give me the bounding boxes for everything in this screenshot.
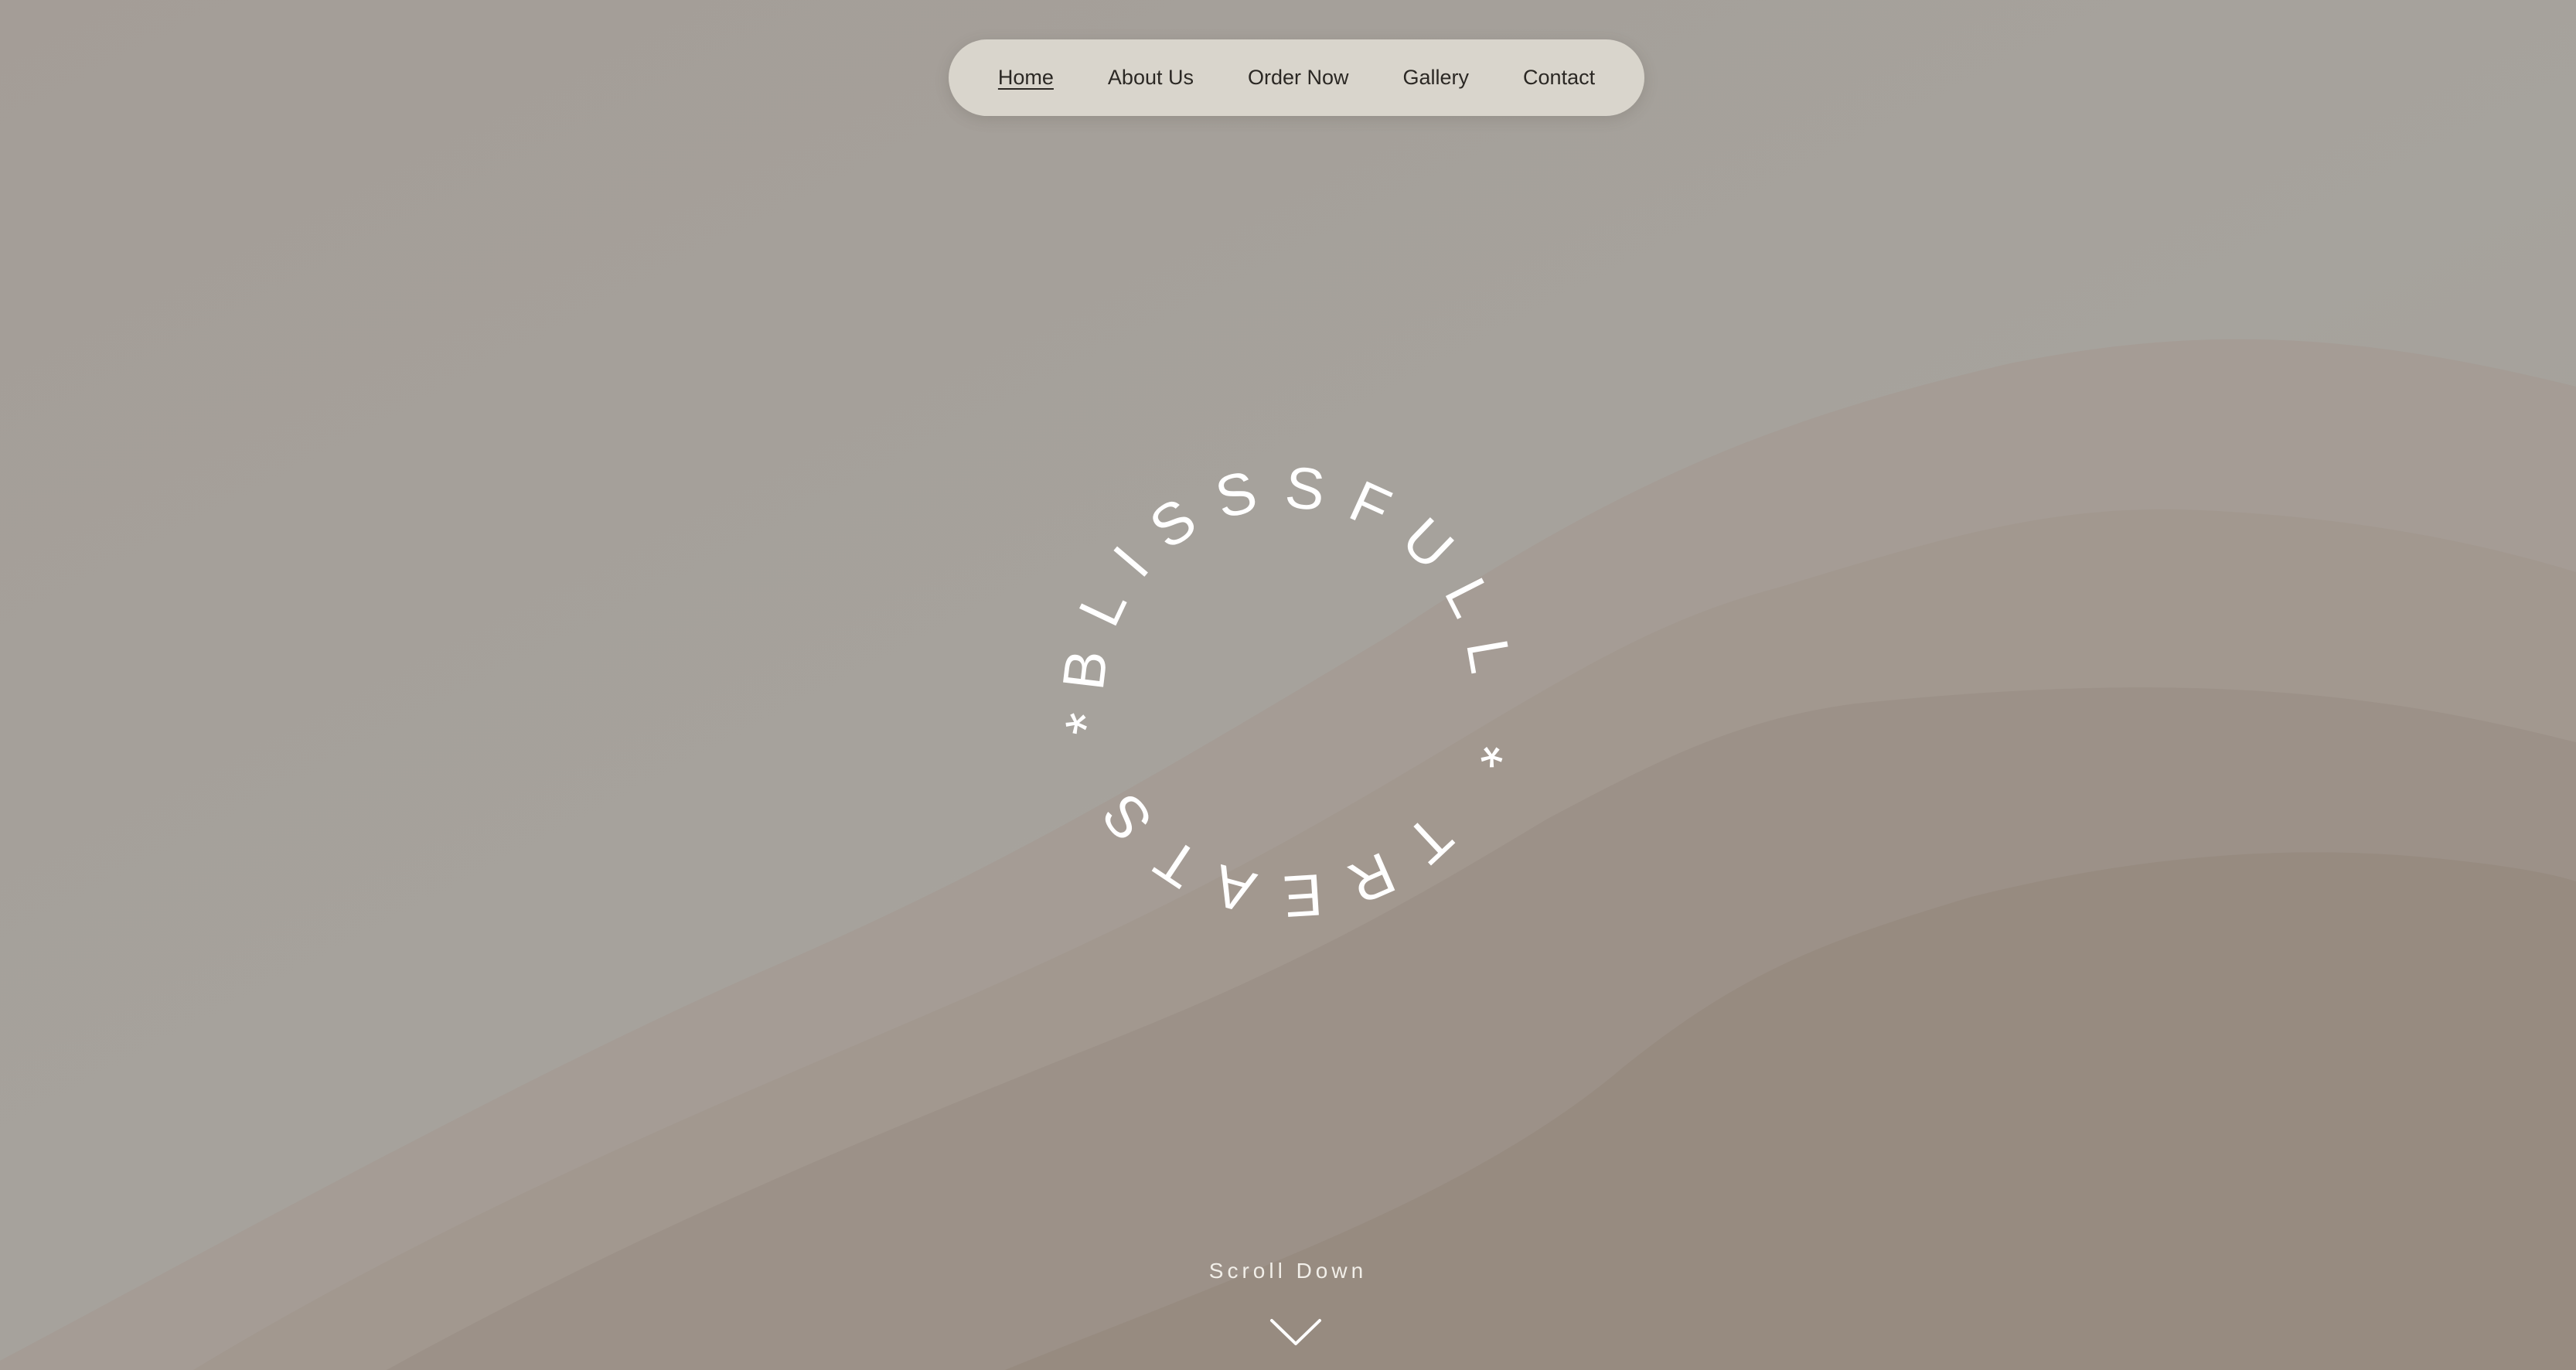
logo-circle-text: BLISSSFULL * TREATS * [1051, 455, 1525, 929]
nav-order-now[interactable]: Order Now [1248, 66, 1349, 90]
nav-gallery[interactable]: Gallery [1403, 66, 1470, 90]
chevron-down-icon[interactable] [1269, 1316, 1323, 1348]
circular-logo: BLISSSFULL * TREATS * [1051, 455, 1525, 929]
nav-about-us[interactable]: About Us [1108, 66, 1194, 90]
nav-contact[interactable]: Contact [1523, 66, 1595, 90]
hero-section: Home About Us Order Now Gallery Contact … [0, 0, 2576, 1370]
main-navigation: Home About Us Order Now Gallery Contact [949, 39, 1644, 116]
scroll-down-label[interactable]: Scroll Down [1133, 1259, 1443, 1283]
nav-home[interactable]: Home [998, 66, 1054, 90]
